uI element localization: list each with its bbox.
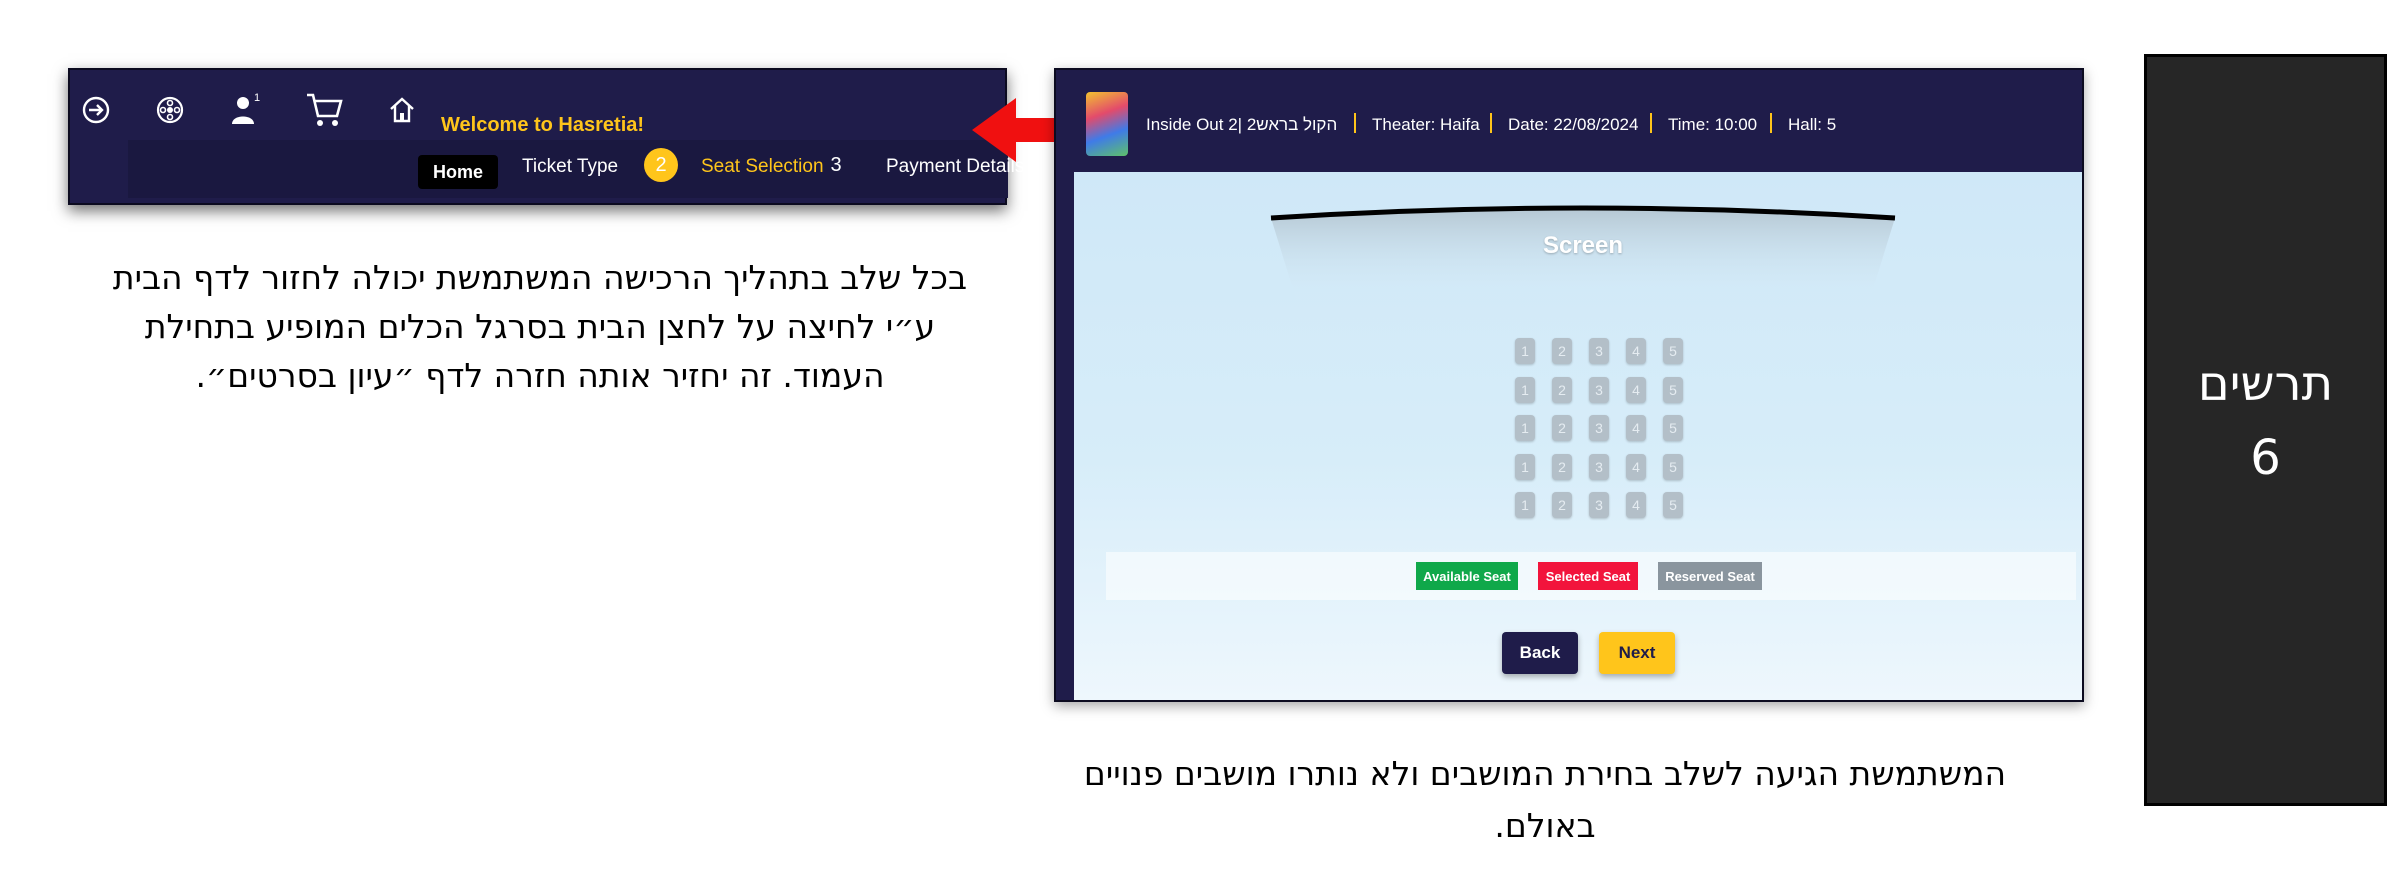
step-ticket-type[interactable]: Ticket Type [522, 156, 618, 178]
reserved-seat[interactable]: 2 [1552, 376, 1572, 403]
right-description: המשתמשת הגיעה לשלב בחירת המושבים ולא נות… [1083, 754, 2007, 845]
reserved-seat[interactable]: 4 [1626, 415, 1646, 441]
reserved-seat[interactable]: 1 [1515, 338, 1535, 364]
reserved-seat[interactable]: 2 [1552, 415, 1572, 441]
logout-icon[interactable] [74, 88, 118, 132]
step-2-circle: 2 [644, 148, 678, 182]
reserved-seat[interactable]: 4 [1626, 376, 1646, 403]
legend-available-seat: Available Seat [1416, 562, 1518, 590]
welcome-text: Welcome to Hasretia! [441, 114, 645, 136]
next-button[interactable]: Next [1599, 632, 1675, 674]
reserved-seat[interactable]: 1 [1515, 492, 1535, 518]
date-info: Date: 22/08/2024 [1508, 115, 1639, 134]
reserved-seat[interactable]: 2 [1552, 338, 1572, 364]
reserved-seat[interactable]: 1 [1515, 415, 1535, 441]
reserved-seat[interactable]: 5 [1663, 453, 1683, 480]
figure-number: 6 [2250, 430, 2281, 486]
hall-info: Hall: 5 [1788, 115, 1837, 134]
film-reel-icon[interactable] [148, 88, 192, 132]
reserved-seat[interactable]: 1 [1515, 376, 1535, 403]
step-seat-selection[interactable]: Seat Selection [701, 156, 824, 178]
reserved-seat[interactable]: 4 [1626, 492, 1646, 518]
figure-label-box: תרשים 6 [2144, 54, 2387, 806]
reserved-seat[interactable]: 3 [1589, 492, 1609, 518]
movie-title: Inside Out 2| הקול בראש2 [1146, 115, 1338, 134]
figure-label-text: תרשים [2197, 356, 2334, 412]
separator [1354, 113, 1356, 133]
reserved-seat[interactable]: 1 [1515, 453, 1535, 480]
cart-count-badge: 1 [254, 92, 261, 104]
home-button[interactable]: Home [418, 155, 498, 189]
separator [1490, 113, 1492, 133]
separator [1650, 113, 1652, 133]
reserved-seat[interactable]: 5 [1663, 338, 1683, 364]
red-arrow-icon [972, 98, 1062, 162]
reserved-seat[interactable]: 5 [1663, 492, 1683, 518]
legend-selected-seat: Selected Seat [1538, 562, 1638, 590]
booking-header: Inside Out 2| הקול בראש2 Theater: Haifa … [1056, 70, 2082, 172]
theater-info: Theater: Haifa [1372, 115, 1480, 134]
back-button[interactable]: Back [1502, 632, 1578, 674]
reserved-seat[interactable]: 4 [1626, 453, 1646, 480]
step-3-number: 3 [830, 153, 842, 176]
reserved-seat[interactable]: 3 [1589, 338, 1609, 364]
reserved-seat[interactable]: 3 [1589, 376, 1609, 403]
seat-selection-screenshot: Inside Out 2| הקול בראש2 Theater: Haifa … [1054, 68, 2084, 702]
nav-bar-zoom: 1 Welcome to Hasretia! Home Ticket Type … [68, 68, 1024, 205]
left-description: בכל שלב בתהליך הרכישה המשתמשת יכולה לחזו… [112, 258, 968, 395]
seat-map-area: Screen 1234512345123451234512345 Availab… [1074, 172, 2082, 700]
reserved-seat[interactable]: 4 [1626, 338, 1646, 364]
user-icon[interactable]: 1 [224, 88, 268, 132]
cart-icon[interactable] [302, 88, 346, 132]
movie-poster [1086, 92, 1128, 156]
reserved-seat[interactable]: 2 [1552, 453, 1572, 480]
reserved-seat[interactable]: 3 [1589, 415, 1609, 441]
nav-icons: 1 Welcome to Hasretia! [70, 88, 770, 138]
screen-label: Screen [1542, 232, 1624, 259]
steps-bar: Home Ticket Type 2 Seat Selection 3 Paym… [128, 140, 1024, 198]
separator [1770, 113, 1772, 133]
home-icon[interactable] [380, 88, 424, 132]
legend-reserved-seat: Reserved Seat [1658, 562, 1762, 590]
time-info: Time: 10:00 [1668, 115, 1758, 134]
reserved-seat[interactable]: 5 [1663, 376, 1683, 403]
reserved-seat[interactable]: 2 [1552, 492, 1572, 518]
reserved-seat[interactable]: 3 [1589, 453, 1609, 480]
screen: Screen [1269, 202, 1897, 312]
reserved-seat[interactable]: 5 [1663, 415, 1683, 441]
figure-label: תרשים 6 [2147, 347, 2384, 495]
seat-legend: Available Seat Selected Seat Reserved Se… [1106, 552, 2076, 600]
